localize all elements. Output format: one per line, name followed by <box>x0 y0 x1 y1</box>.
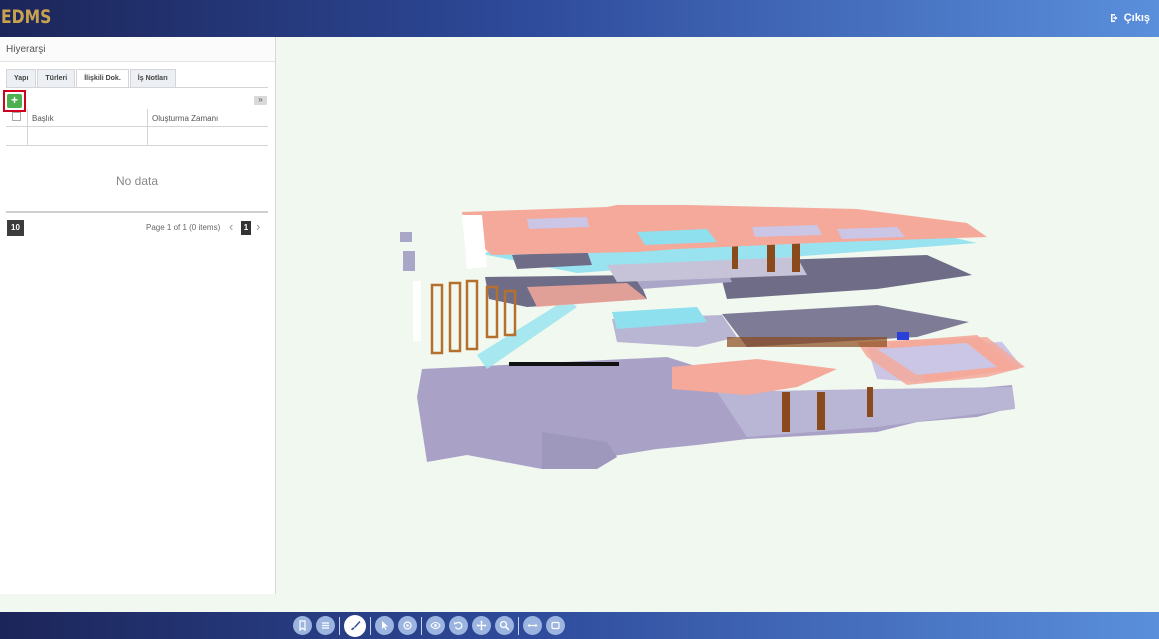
rotate-icon <box>454 621 463 630</box>
documents-grid: Başlık Oluşturma Zamanı No data <box>6 109 268 213</box>
tab-related-documents[interactable]: İlişkili Dok. <box>76 69 129 87</box>
list-button[interactable] <box>316 616 335 635</box>
roof-lilac-3 <box>837 227 905 239</box>
level-4-salmon <box>527 283 647 307</box>
tab-structure[interactable]: Yapı <box>6 69 37 87</box>
window-button[interactable] <box>546 616 565 635</box>
chevron-right-icon: › <box>256 219 261 234</box>
eye-icon <box>430 621 441 630</box>
window-icon <box>551 621 560 630</box>
rotate-button[interactable] <box>449 616 468 635</box>
roof-lilac-2 <box>752 225 822 237</box>
level-2-slab <box>672 359 837 395</box>
prev-page-button[interactable]: ‹ <box>229 219 233 234</box>
toolbar-separator <box>518 616 519 635</box>
select-all-checkbox[interactable] <box>12 112 21 121</box>
pan-icon <box>476 620 487 631</box>
column-header-title[interactable]: Başlık <box>27 109 54 127</box>
add-document-button[interactable]: + <box>7 94 22 108</box>
filter-title[interactable] <box>27 127 28 146</box>
roof-lilac-1 <box>527 217 589 229</box>
look-button[interactable] <box>426 616 445 635</box>
chevron-left-icon: ‹ <box>229 219 234 234</box>
orbit-target-button[interactable] <box>398 616 417 635</box>
zoom-icon <box>499 620 510 631</box>
hierarchy-panel: Hiyerarşi Yapı Türleri İlişkili Dok. İş … <box>0 37 276 594</box>
expand-panel-button[interactable]: » <box>254 96 267 105</box>
toolbar-separator <box>421 616 422 635</box>
logout-button[interactable]: Çıkış <box>1110 12 1150 24</box>
grid-header: Başlık Oluşturma Zamanı <box>6 109 268 127</box>
toolbar-separator <box>339 616 340 635</box>
stair-ramp <box>477 299 577 369</box>
grid-pager: 10 Page 1 of 1 (0 items) ‹ 1 › <box>6 219 268 237</box>
list-icon <box>322 622 329 629</box>
toolbar-separator <box>370 616 371 635</box>
page-number-button[interactable]: 1 <box>241 221 251 235</box>
empty-message: No data <box>6 146 268 213</box>
tab-divider <box>6 87 268 88</box>
model-viewer[interactable] <box>277 37 1159 594</box>
viewer-toolbar <box>293 614 569 637</box>
double-chevron-right-icon: » <box>258 95 263 104</box>
pan-button[interactable] <box>472 616 491 635</box>
tab-work-notes[interactable]: İş Notları <box>129 69 176 87</box>
column-header-created-time[interactable]: Oluşturma Zamanı <box>147 109 218 127</box>
select-button[interactable] <box>375 616 394 635</box>
brush-icon <box>350 621 360 630</box>
bookmark-button[interactable] <box>293 616 312 635</box>
logout-label: Çıkış <box>1123 12 1150 24</box>
panel-title: Hiyerarşi <box>0 37 275 62</box>
panel-tabs: Yapı Türleri İlişkili Dok. İş Notları <box>6 69 177 87</box>
next-page-button[interactable]: › <box>256 219 260 234</box>
pointer-icon <box>382 621 388 630</box>
zoom-button[interactable] <box>495 616 514 635</box>
fit-width-button[interactable] <box>523 616 542 635</box>
bookmark-icon <box>299 620 306 631</box>
page-info: Page 1 of 1 (0 items) <box>146 223 221 232</box>
grid-filter-row <box>6 127 268 146</box>
fit-width-icon <box>527 623 538 628</box>
plus-icon: + <box>10 93 18 107</box>
bottom-bar <box>0 612 1159 639</box>
app-logo: EDMS <box>1 6 52 28</box>
target-icon <box>403 621 412 630</box>
brush-button[interactable] <box>344 614 366 637</box>
logout-icon <box>1110 14 1118 22</box>
tab-types[interactable]: Türleri <box>37 69 76 87</box>
building-model <box>400 205 1025 469</box>
page-size-selector[interactable]: 10 <box>7 220 24 236</box>
filter-created-time[interactable] <box>147 127 148 146</box>
top-bar: EDMS Çıkış <box>0 0 1159 37</box>
